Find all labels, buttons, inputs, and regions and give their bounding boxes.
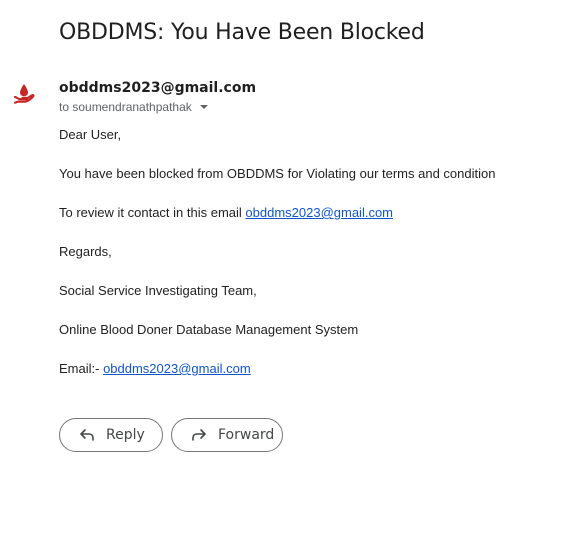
body-line-blocked: You have been blocked from OBDDMS for Vi… <box>59 166 496 181</box>
reply-button[interactable]: Reply <box>59 418 163 452</box>
forward-arrow-icon <box>190 426 208 444</box>
recipient-label: to soumendranathpathak <box>59 100 192 114</box>
action-buttons: Reply Forward <box>59 418 283 452</box>
body-team: Social Service Investigating Team, <box>59 283 257 298</box>
show-details-toggle[interactable] <box>198 101 210 113</box>
email-body: Dear User, You have been blocked from OB… <box>59 127 495 400</box>
sender-avatar[interactable] <box>12 82 36 106</box>
body-email-line: Email:- obddms2023@gmail.com <box>59 361 495 376</box>
blood-drop-hand-icon <box>13 84 35 104</box>
signature-email-link[interactable]: obddms2023@gmail.com <box>103 361 251 376</box>
body-greeting: Dear User, <box>59 127 122 142</box>
body-line-review: To review it contact in this email obddm… <box>59 205 495 220</box>
sender-email[interactable]: obddms2023@gmail.com <box>59 80 256 96</box>
forward-button[interactable]: Forward <box>171 418 283 452</box>
email-subject: OBDDMS: You Have Been Blocked <box>59 20 425 45</box>
caret-down-icon <box>199 105 208 109</box>
recipient-line: to soumendranathpathak <box>59 100 210 114</box>
body-system: Online Blood Doner Database Management S… <box>59 322 359 337</box>
reply-label: Reply <box>106 427 145 443</box>
forward-label: Forward <box>218 427 275 443</box>
body-regards: Regards, <box>59 244 112 259</box>
review-text: To review it contact in this email <box>59 205 246 220</box>
email-prefix: Email:- <box>59 361 104 376</box>
review-email-link[interactable]: obddms2023@gmail.com <box>245 205 393 220</box>
reply-arrow-icon <box>78 426 96 444</box>
